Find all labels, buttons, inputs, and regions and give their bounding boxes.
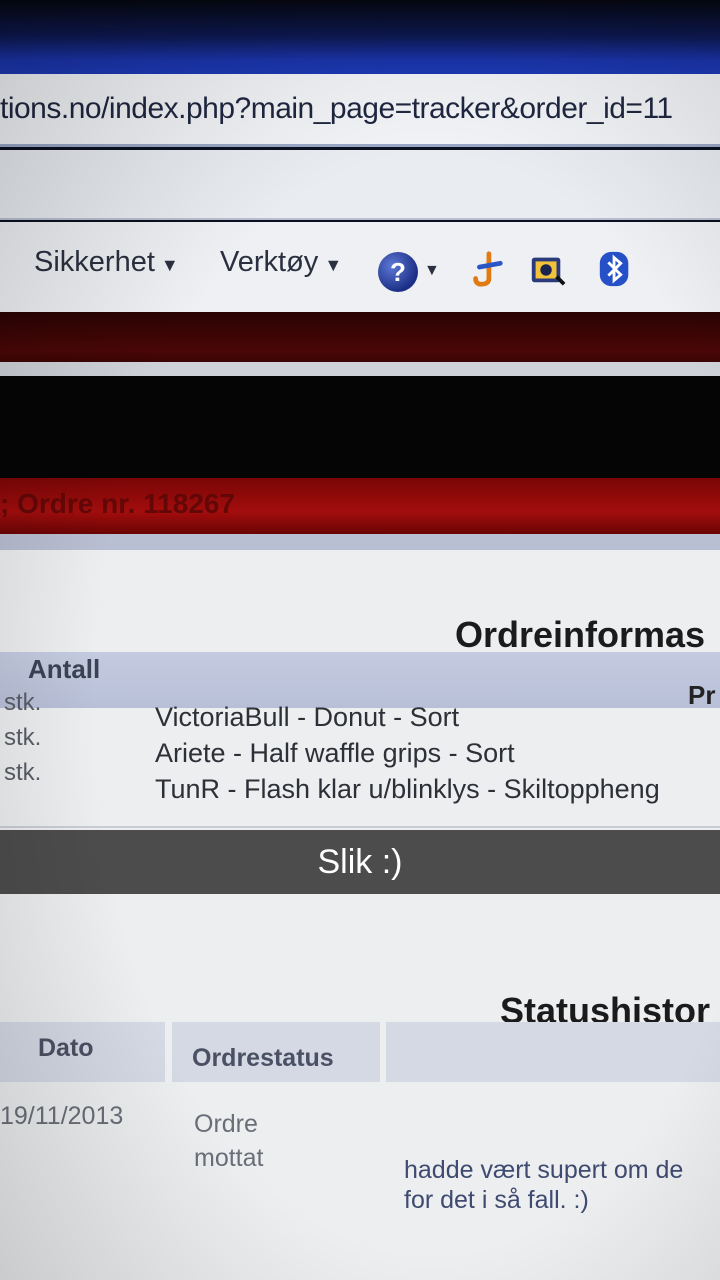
help-icon[interactable]: ? xyxy=(378,252,418,292)
table-row: stk. TunR - Flash klar u/blinklys - Skil… xyxy=(0,759,720,804)
status-comment: for det i så fall. :) xyxy=(404,1186,589,1214)
status-value: mottat xyxy=(194,1144,264,1172)
url-text[interactable]: tions.no/index.php?main_page=tracker&ord… xyxy=(0,92,673,126)
order-title-bar: ; Ordre nr. 118267 xyxy=(0,478,720,534)
column-header-ordrestatus: Ordrestatus xyxy=(192,1044,334,1072)
address-bar[interactable]: tions.no/index.php?main_page=tracker&ord… xyxy=(0,74,720,147)
menu-verktoy[interactable]: Verktøy ▼ xyxy=(220,246,342,279)
order-number: ; Ordre nr. 118267 xyxy=(0,488,236,519)
status-value: Ordre xyxy=(194,1110,258,1138)
menu-sikkerhet-label: Sikkerhet xyxy=(34,246,155,278)
menu-verktoy-label: Verktøy xyxy=(220,246,319,278)
status-comment: hadde vært supert om de xyxy=(404,1156,684,1184)
snap-caption: Slik :) xyxy=(0,830,720,894)
column-header-dato: Dato xyxy=(38,1034,94,1062)
paint-icon[interactable] xyxy=(468,250,506,288)
bluetooth-icon[interactable] xyxy=(596,250,634,288)
column-header-antall: Antall xyxy=(28,654,101,684)
site-banner xyxy=(0,376,720,480)
browser-title-bar xyxy=(0,0,720,80)
order-info-heading: Ordreinformas xyxy=(455,614,706,655)
page-content: Ordreinformas Antall Pr stk. VictoriaBul… xyxy=(0,534,720,1280)
table-row: stk. Ariete - Half waffle grips - Sort xyxy=(0,724,720,768)
tab-bar xyxy=(0,150,720,220)
status-table-header xyxy=(386,1022,720,1082)
divider xyxy=(0,362,720,376)
menu-sikkerhet[interactable]: Sikkerhet ▼ xyxy=(34,246,179,279)
row-product[interactable]: TunR - Flash klar u/blinklys - Skiltopph… xyxy=(155,774,660,805)
divider xyxy=(0,826,720,828)
content-top-bar xyxy=(0,534,720,550)
command-bar: Sikkerhet ▼ Verktøy ▼ ? ▼ xyxy=(0,222,720,316)
chevron-down-icon[interactable]: ▼ xyxy=(424,262,440,280)
table-row: stk. VictoriaBull - Donut - Sort xyxy=(0,689,720,732)
camera-icon[interactable] xyxy=(528,250,566,288)
status-date: 19/11/2013 xyxy=(0,1102,124,1130)
photo-of-screen: tions.no/index.php?main_page=tracker&ord… xyxy=(0,0,720,1280)
chevron-down-icon: ▼ xyxy=(160,255,179,275)
row-qty: stk. xyxy=(4,689,42,716)
chevron-down-icon: ▼ xyxy=(324,255,343,275)
row-qty: stk. xyxy=(4,724,42,751)
row-qty: stk. xyxy=(4,759,42,786)
